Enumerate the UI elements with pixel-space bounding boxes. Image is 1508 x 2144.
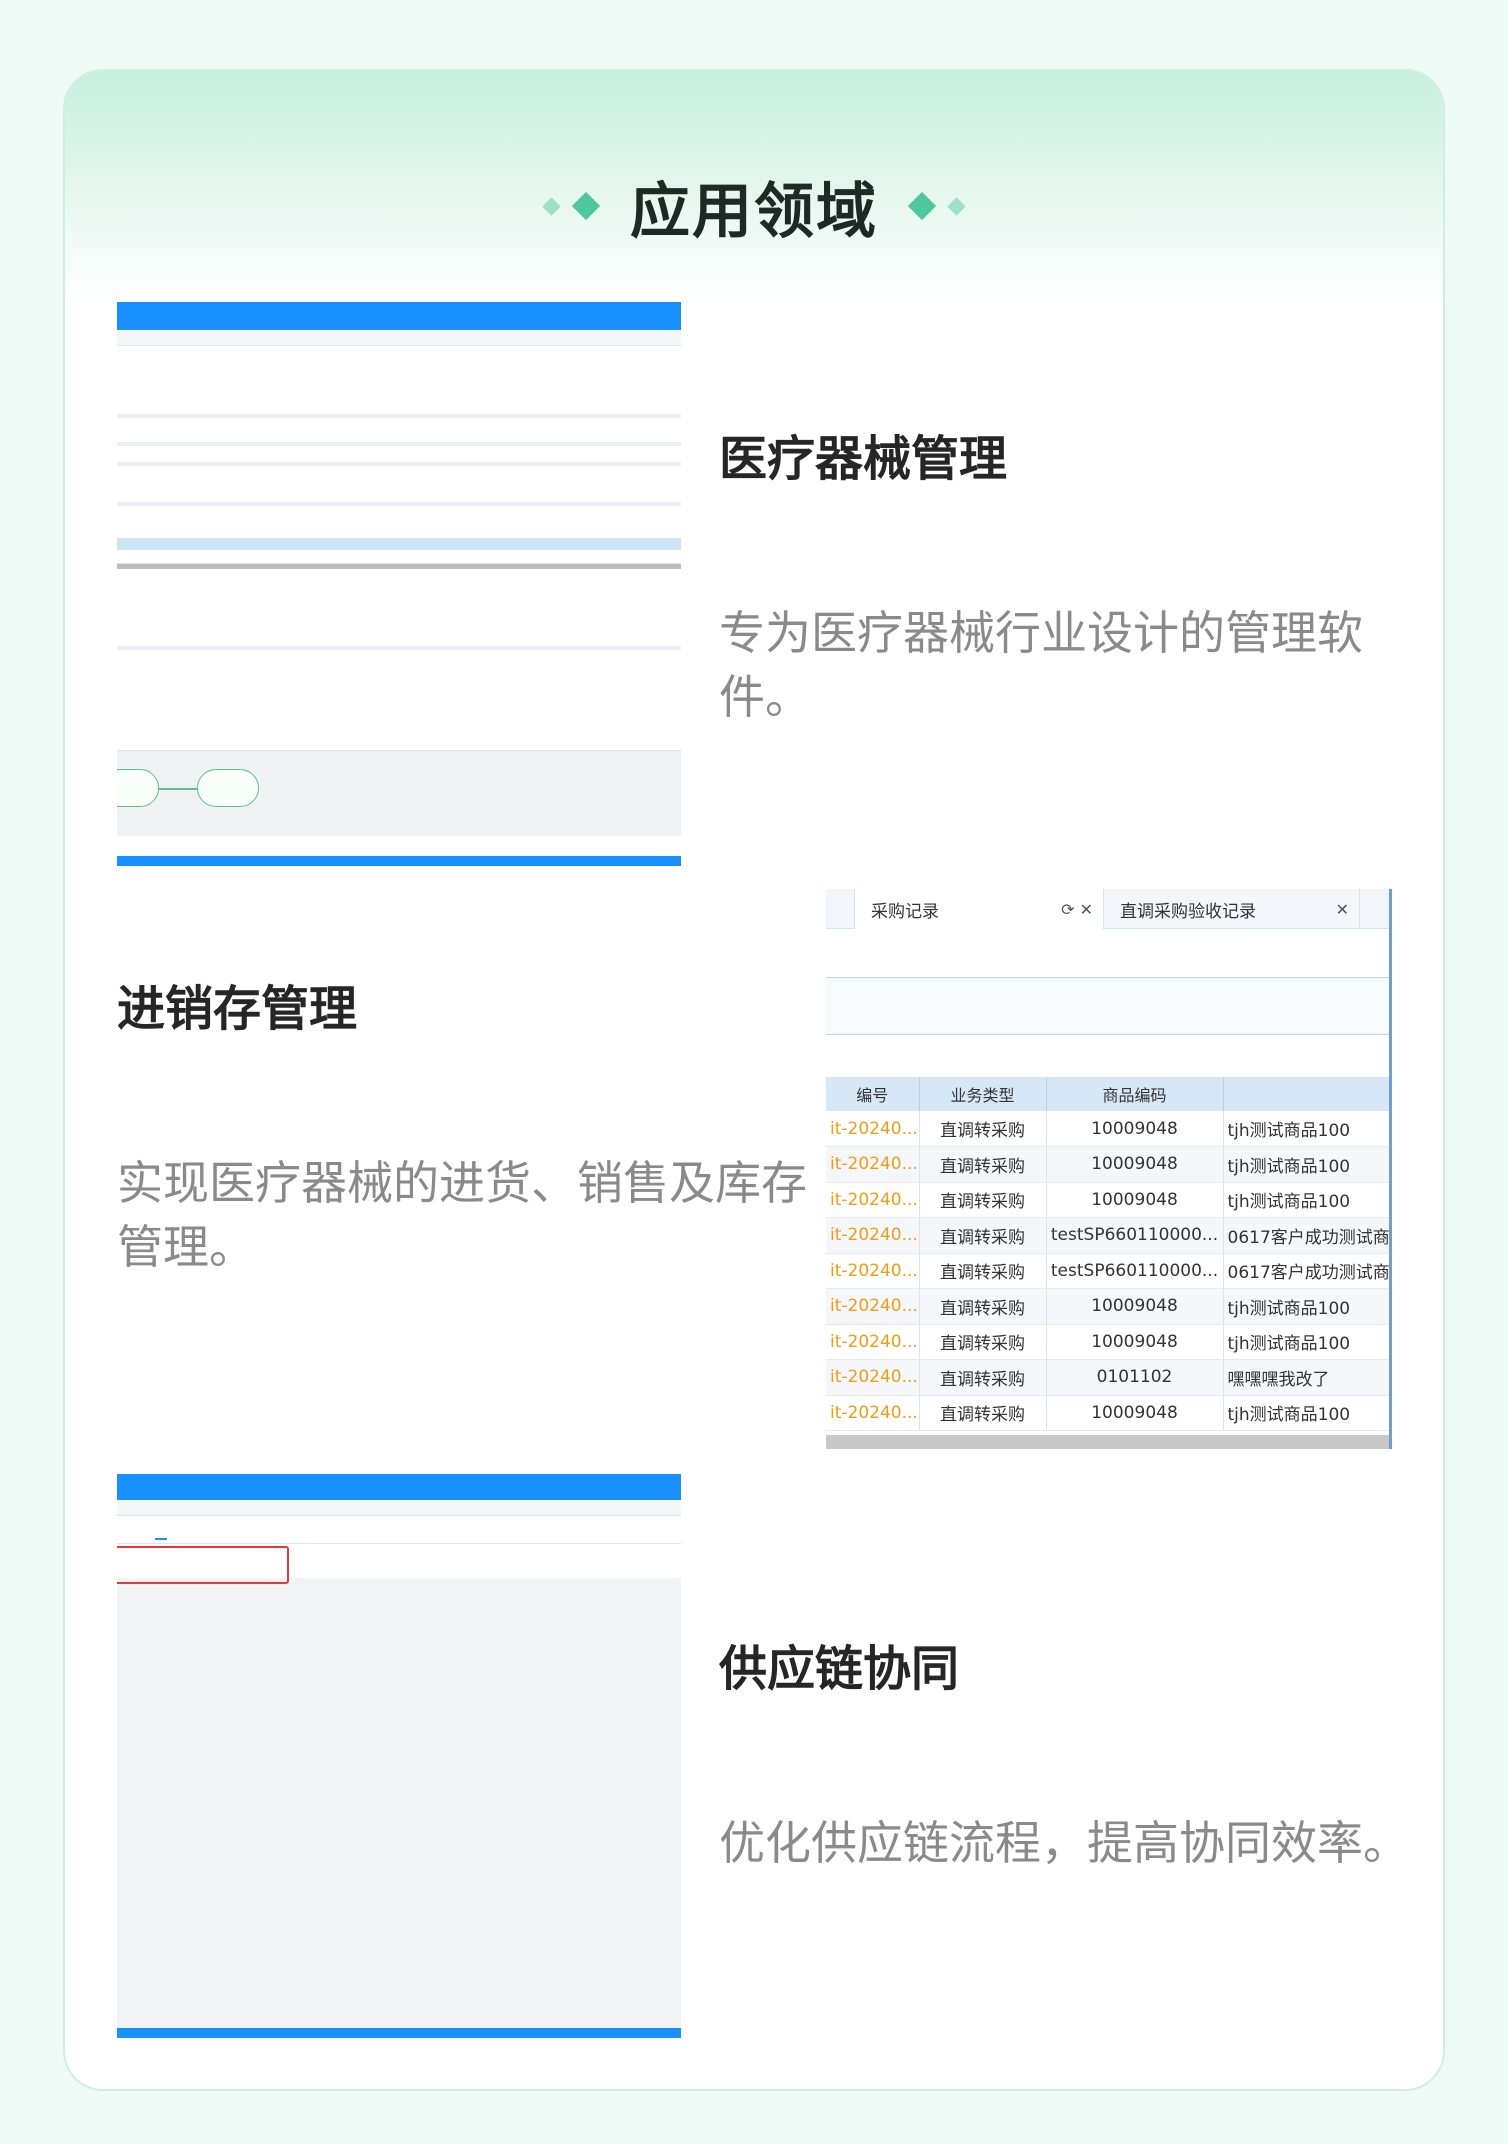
refresh-close-icon[interactable]: ⟳ ✕ [1061,900,1093,919]
grid-header-row: 编号 业务类型 商品编码 [826,1077,1389,1111]
section-heading: 应用领域 [65,146,1443,266]
workflow-panel [117,750,681,836]
tab-strip [117,330,681,346]
sku-cell: testSP660110000... [1046,1217,1224,1254]
tab-purchase-record[interactable]: 采购记录 ⟳ ✕ [854,889,1104,929]
table-scrollbar [117,564,681,569]
table-row[interactable]: it-20240... 直调转采购 10009048 tjh测试商品100 [826,1324,1389,1360]
row-title-supply: 供应链协同 [719,1641,960,1697]
application-card: 应用领域 医疗器械管理 专为医疗器械行业设计的管理软件。 进销存管理 实现医疗器… [63,69,1445,2091]
close-icon[interactable]: ✕ [1336,900,1349,919]
tab-direct-purchase-acceptance[interactable]: 直调采购验收记录 ✕ [1104,889,1360,929]
product-cell: tjh测试商品100 [1223,1395,1389,1431]
medical-device-screenshot [117,302,681,866]
column-header[interactable]: 商品编码 [1046,1077,1224,1111]
diamond-icon [947,196,966,216]
sku-cell: 0101102 [1046,1359,1224,1396]
form-row [117,1544,681,1584]
diamond-icon [542,196,561,216]
table-row[interactable]: it-20240... 直调转采购 testSP660110000... 0617客户… [826,1217,1389,1254]
product-cell: tjh测试商品100 [1223,1146,1389,1183]
code-cell: it-20240... [826,1182,920,1218]
sku-cell: 10009048 [1046,1324,1224,1360]
row-desc-medical: 专为医疗器械行业设计的管理软件。 [719,606,1363,724]
product-cell: tjh测试商品100 [1223,1324,1389,1360]
product-cell: 0617客户成功测试商 [1223,1253,1389,1289]
row-title-medical: 医疗器械管理 [719,431,1008,487]
code-cell: it-20240... [826,1217,920,1254]
diamond-icon [571,191,601,221]
app-footer [117,856,681,866]
app-topbar [117,1474,681,1500]
table-row[interactable]: it-20240... 直调转采购 10009048 tjh测试商品100 [826,1182,1389,1218]
supply-chain-screenshot [117,1474,681,2038]
type-cell: 直调转采购 [919,1359,1047,1396]
app-footer [117,2028,681,2038]
filter-panel [826,977,1389,1035]
sku-cell: 10009048 [1046,1288,1224,1325]
section-title: 应用领域 [630,176,878,247]
code-cell: it-20240... [826,1324,920,1360]
product-cell: 嘿嘿嘿我改了 [1223,1359,1389,1396]
workflow-node [117,769,159,807]
tab-bar: 采购记录 ⟳ ✕ 直调采购验收记录 ✕ [826,889,1389,929]
sku-cell: 10009048 [1046,1395,1224,1431]
table-row[interactable]: it-20240... 直调转采购 10009048 tjh测试商品100 [826,1111,1389,1147]
table-row[interactable]: it-20240... 直调转采购 10009048 tjh测试商品100 [826,1146,1389,1183]
code-cell: it-20240... [826,1359,920,1396]
purchase-grid: 编号 业务类型 商品编码 it-20240... 直调转采购 10009048 tjh… [826,1077,1389,1431]
type-cell: 直调转采购 [919,1324,1047,1360]
product-cell: tjh测试商品100 [1223,1111,1389,1147]
code-cell: it-20240... [826,1111,920,1147]
row-desc-inventory: 实现医疗器械的进货、销售及库存管理。 [117,1156,807,1274]
table-row[interactable]: it-20240... 直调转采购 0101102 嘿嘿嘿我改了 [826,1359,1389,1396]
type-cell: 直调转采购 [919,1146,1047,1183]
sku-cell: 10009048 [1046,1146,1224,1183]
type-cell: 直调转采购 [919,1217,1047,1254]
highlight-box [117,1546,289,1584]
table-header [117,538,681,550]
type-cell: 直调转采购 [919,1253,1047,1289]
code-cell: it-20240... [826,1288,920,1325]
product-cell: tjh测试商品100 [1223,1182,1389,1218]
table-row [117,550,681,564]
app-topbar [117,302,681,330]
sku-cell: testSP660110000... [1046,1253,1224,1289]
code-cell: it-20240... [826,1146,920,1183]
type-cell: 直调转采购 [919,1395,1047,1431]
product-cell: 0617客户成功测试商 [1223,1217,1389,1254]
diamond-icon [907,191,937,221]
type-cell: 直调转采购 [919,1288,1047,1325]
type-cell: 直调转采购 [919,1111,1047,1147]
tab-strip [117,1500,681,1516]
sub-tabs [117,1516,681,1544]
code-cell: it-20240... [826,1395,920,1431]
table-row[interactable]: it-20240... 直调转采购 10009048 tjh测试商品100 [826,1288,1389,1325]
table-row[interactable]: it-20240... 直调转采购 testSP660110000... 0617客户… [826,1253,1389,1289]
product-cell: tjh测试商品100 [1223,1288,1389,1325]
workflow-node [197,769,259,807]
row-title-inventory: 进销存管理 [117,981,358,1037]
horizontal-scrollbar[interactable] [826,1435,1389,1449]
column-header[interactable] [1223,1077,1389,1111]
sku-cell: 10009048 [1046,1111,1224,1147]
code-cell: it-20240... [826,1253,920,1289]
column-header[interactable]: 业务类型 [919,1077,1047,1111]
sku-cell: 10009048 [1046,1182,1224,1218]
column-header[interactable]: 编号 [826,1077,920,1111]
table-row[interactable]: it-20240... 直调转采购 10009048 tjh测试商品100 [826,1395,1389,1431]
row-desc-supply: 优化供应链流程，提高协同效率。 [719,1816,1409,1870]
purchase-record-screenshot: 采购记录 ⟳ ✕ 直调采购验收记录 ✕ 编号 业务类型 商品编码 it-2024… [826,889,1392,1449]
type-cell: 直调转采购 [919,1182,1047,1218]
